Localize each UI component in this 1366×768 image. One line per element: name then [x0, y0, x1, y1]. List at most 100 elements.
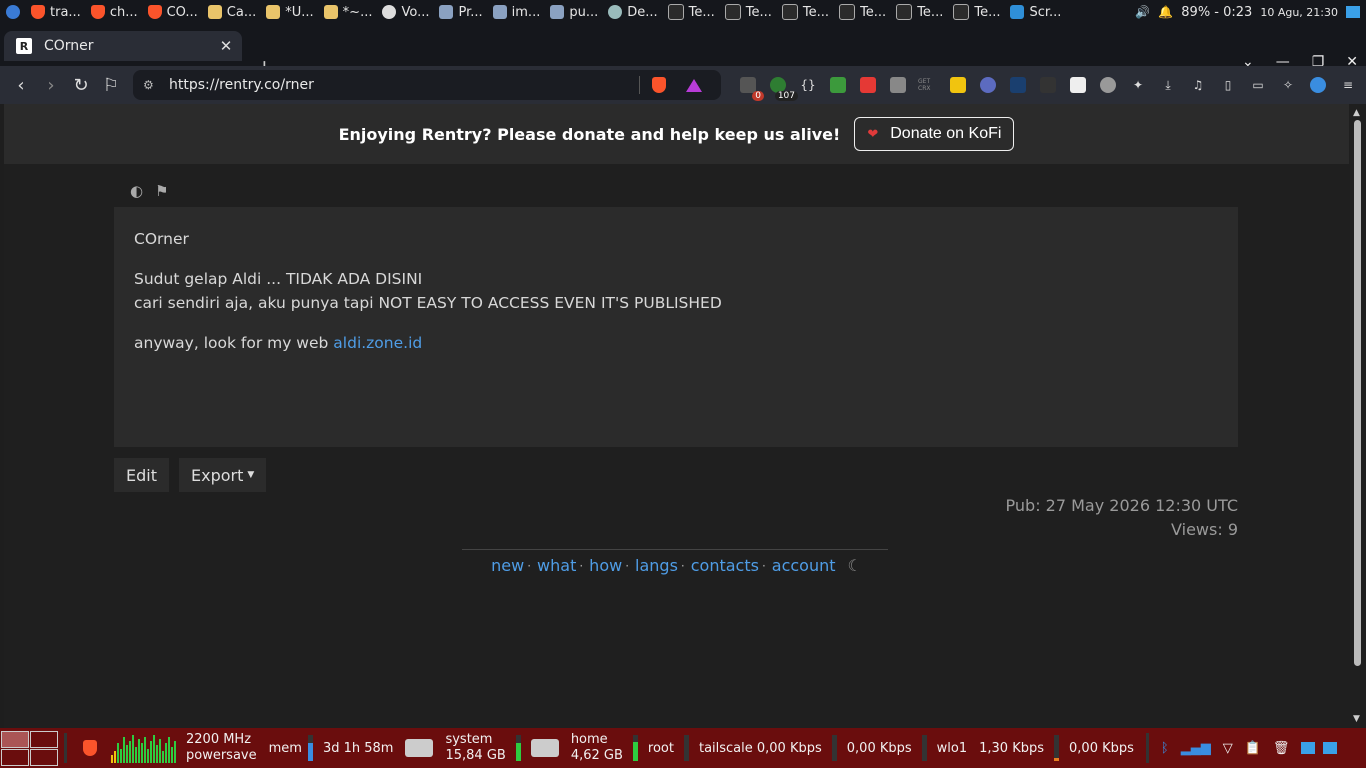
bookmark-icon[interactable]: ⚐	[96, 75, 126, 96]
export-dropdown-button[interactable]: Export ▼	[178, 458, 267, 492]
signal-icon[interactable]: ▂▄▆	[1181, 741, 1211, 756]
spy-extension-icon[interactable]	[1038, 75, 1058, 95]
task-item[interactable]: Te...	[948, 0, 1005, 24]
home-disk-bar	[632, 735, 638, 761]
task-item[interactable]: ch...	[86, 0, 143, 24]
task-item[interactable]: *~...	[319, 0, 378, 24]
website-link[interactable]: aldi.zone.id	[333, 334, 422, 352]
wallet-icon[interactable]: ▭	[1248, 75, 1268, 95]
media-icon[interactable]: ♫	[1188, 75, 1208, 95]
system-tray: 🔊 🔔 89% - 0:23 10 Agu, 21:30	[1135, 5, 1366, 20]
display-icon[interactable]	[1323, 742, 1338, 754]
footer-link-langs[interactable]: langs	[635, 556, 678, 575]
red-extension-icon[interactable]	[858, 75, 878, 95]
tailscale-rx: tailscale 0,00 Kbps	[698, 740, 822, 756]
donate-kofi-button[interactable]: ❤ Donate on KoFi	[854, 117, 1015, 151]
page-scrollbar[interactable]: ▲ ▼	[1349, 104, 1366, 728]
theme-contrast-icon[interactable]: ◐	[130, 182, 143, 200]
system-taskbar: tra... ch... CO... Ca... *U... *~... Vo.…	[0, 0, 1366, 24]
address-bar[interactable]: ⚙	[133, 70, 721, 100]
task-item[interactable]: Te...	[777, 0, 834, 24]
footer-link-account[interactable]: account	[772, 556, 836, 575]
counter-extension-icon[interactable]: 107	[768, 75, 798, 101]
extensions-puzzle-icon[interactable]: ✦	[1128, 75, 1148, 95]
green-extension-icon[interactable]	[828, 75, 848, 95]
brave-rewards-icon[interactable]	[686, 78, 702, 92]
task-item[interactable]: *U...	[261, 0, 318, 24]
dark-mode-moon-icon[interactable]: ☾	[848, 556, 862, 575]
edit-button[interactable]: Edit	[114, 458, 169, 492]
workspace-3[interactable]	[1, 748, 29, 766]
cursor-extension-icon[interactable]	[978, 75, 998, 95]
show-desktop-icon[interactable]	[1346, 6, 1360, 18]
task-item[interactable]: Ca...	[203, 0, 261, 24]
volume-icon[interactable]: 🔊	[1135, 5, 1150, 19]
task-item[interactable]: Scr...	[1005, 0, 1066, 24]
trash-icon[interactable]: 🗑	[1273, 741, 1290, 756]
clipboard-icon[interactable]: 📋	[1245, 741, 1261, 756]
battery-status[interactable]: 89% - 0:23	[1181, 5, 1252, 20]
workspace-4[interactable]	[30, 748, 58, 766]
workspace-1[interactable]	[1, 730, 29, 748]
entry-line-1: Sudut gelap Aldi ... TIDAK ADA DISINI	[134, 270, 423, 288]
task-item[interactable]: Te...	[891, 0, 948, 24]
scrollbar-thumb[interactable]	[1354, 120, 1361, 666]
tab-active[interactable]: R COrner ✕	[4, 31, 242, 61]
forward-icon[interactable]: ›	[36, 75, 66, 96]
scroll-down-icon[interactable]: ▼	[1353, 714, 1360, 724]
terminal-icon	[781, 4, 798, 20]
task-item[interactable]: Vo...	[377, 0, 434, 24]
sidebar-icon[interactable]: ▯	[1218, 75, 1238, 95]
footer-link-what[interactable]: what	[537, 556, 576, 575]
site-settings-icon[interactable]: ⚙	[143, 78, 159, 92]
task-item[interactable]: CO...	[143, 0, 203, 24]
task-item[interactable]: Te...	[720, 0, 777, 24]
app-menu-button[interactable]	[0, 5, 26, 19]
task-label: Scr...	[1029, 4, 1062, 20]
download-icon[interactable]: ⤓	[1158, 75, 1178, 95]
blue-extension-icon[interactable]	[1008, 75, 1028, 95]
footer-link-contacts[interactable]: contacts	[691, 556, 759, 575]
entry-content: COrner Sudut gelap Aldi ... TIDAK ADA DI…	[114, 207, 1238, 447]
workspace-pager[interactable]	[1, 730, 58, 766]
footer-link-how[interactable]: how	[589, 556, 622, 575]
flag-icon[interactable]: ⚑	[155, 182, 168, 200]
task-item[interactable]: pu...	[545, 0, 603, 24]
ublock-extension-icon[interactable]: 0	[738, 75, 764, 101]
reload-icon[interactable]: ↻	[66, 75, 96, 96]
task-item[interactable]: Pr...	[434, 0, 487, 24]
leo-ai-icon[interactable]: ✧	[1278, 75, 1298, 95]
back-icon[interactable]: ‹	[6, 75, 36, 96]
task-item[interactable]: Te...	[663, 0, 720, 24]
workspace-2[interactable]	[30, 730, 58, 748]
entry-line-3: anyway, look for my web aldi.zone.id	[134, 331, 422, 355]
task-item[interactable]: im...	[488, 0, 546, 24]
clock[interactable]: 10 Agu, 21:30	[1260, 6, 1338, 19]
camera-extension-icon[interactable]	[888, 75, 908, 95]
donate-label: Donate on KoFi	[890, 125, 1002, 142]
task-item[interactable]: De...	[603, 0, 662, 24]
donate-banner: Enjoying Rentry? Please donate and help …	[4, 104, 1349, 164]
close-tab-icon[interactable]: ✕	[216, 37, 236, 55]
task-item[interactable]: Te...	[834, 0, 891, 24]
getcrx-extension-icon[interactable]: GET CRX	[918, 75, 938, 95]
vpn-icon[interactable]: ▽	[1223, 741, 1233, 756]
task-label: Pr...	[458, 4, 483, 20]
menu-icon[interactable]: ≡	[1338, 75, 1358, 95]
brave-shields-icon[interactable]	[652, 77, 666, 93]
entry-actions: Edit Export ▼	[114, 458, 267, 492]
notification-bell-icon[interactable]: 🔔	[1158, 5, 1173, 19]
scroll-up-icon[interactable]: ▲	[1353, 108, 1360, 118]
brave-launcher-icon[interactable]	[83, 740, 97, 756]
json-extension-icon[interactable]: {}	[798, 75, 818, 95]
url-input[interactable]	[167, 76, 631, 94]
yellow-extension-icon[interactable]	[948, 75, 968, 95]
record-extension-icon[interactable]	[1098, 75, 1118, 95]
white-extension-icon[interactable]	[1068, 75, 1088, 95]
monitor-icon[interactable]	[1301, 742, 1316, 754]
footer-link-new[interactable]: new	[491, 556, 524, 575]
wlo1-graph	[1054, 735, 1060, 761]
bluetooth-icon[interactable]: ᛒ	[1161, 741, 1169, 756]
profile-icon[interactable]	[1308, 75, 1328, 95]
task-item[interactable]: tra...	[26, 0, 86, 24]
